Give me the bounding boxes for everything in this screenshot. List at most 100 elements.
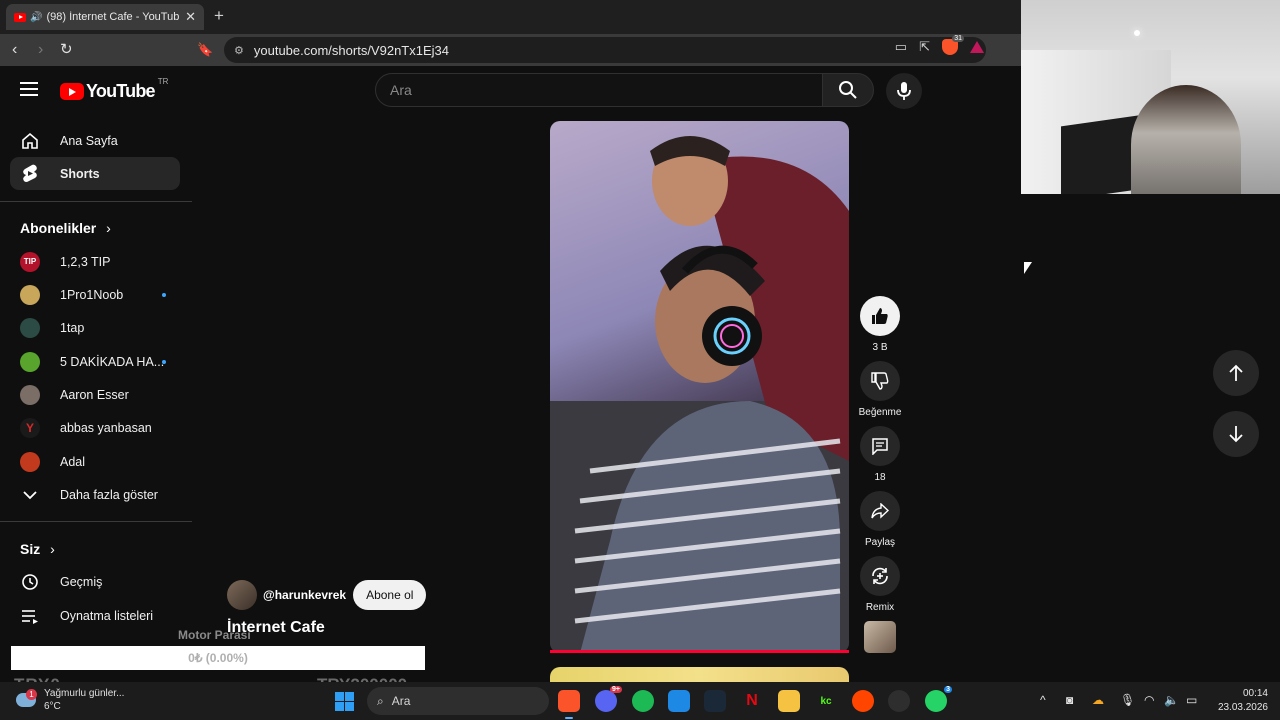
discord-app-icon[interactable]: 9+ xyxy=(595,686,622,712)
share-label: Paylaş xyxy=(864,537,895,548)
subscribe-button[interactable]: Abone ol xyxy=(353,580,427,610)
start-menu-icon[interactable] xyxy=(335,692,354,711)
speaker-icon[interactable]: 🔊 xyxy=(30,12,42,23)
dislike-button[interactable]: Beğenme xyxy=(859,361,901,418)
sidebar-item-label: 5 DAKİKADA HA... xyxy=(60,354,165,369)
channel-avatar[interactable] xyxy=(227,580,257,610)
search-input[interactable]: Ara xyxy=(375,73,823,107)
cast-icon[interactable]: ▭ xyxy=(895,39,907,55)
sidebar-item-subscription[interactable]: 1Pro1Noob xyxy=(10,278,180,311)
microphone-tray-icon[interactable]: 🎙 xyxy=(1120,693,1135,707)
whatsapp-app-icon[interactable]: 3 xyxy=(925,686,952,712)
search-button[interactable] xyxy=(822,73,874,107)
search-icon xyxy=(839,81,857,99)
tray-overflow-icon[interactable]: ^ xyxy=(1040,693,1046,707)
taskbar-clock[interactable]: 00:14 23.03.2026 xyxy=(1212,687,1268,715)
playlist-icon xyxy=(20,606,40,626)
dislike-circle[interactable] xyxy=(860,361,900,401)
sidebar-item-label: Geçmiş xyxy=(60,574,103,589)
site-settings-icon[interactable]: ⚙ xyxy=(234,44,244,57)
subscriptions-heading[interactable]: Abonelikler › xyxy=(20,220,111,236)
bookmark-icon[interactable]: 🔖 xyxy=(197,40,213,60)
donation-goal-label: Motor Parası xyxy=(178,628,251,642)
reddit-app-icon[interactable] xyxy=(852,690,874,712)
file-explorer-icon[interactable] xyxy=(778,690,800,712)
short-video-player[interactable] xyxy=(550,121,849,653)
reload-icon[interactable]: ↻ xyxy=(60,40,73,60)
weather-widget[interactable]: Yağmurlu günler... 6°C xyxy=(16,687,124,713)
battery-icon[interactable]: ▭ xyxy=(1186,693,1197,707)
store-app-icon[interactable] xyxy=(668,690,690,712)
browser-tab[interactable]: 🔊 (98) İnternet Cafe - YouTube ✕ xyxy=(6,4,204,30)
sound-thumbnail[interactable] xyxy=(864,621,896,653)
taskbar-search[interactable]: ⌕ Ara xyxy=(367,687,549,715)
steam-app-icon[interactable] xyxy=(704,690,726,712)
short-progress-bar[interactable] xyxy=(550,650,849,653)
thumbs-up-icon xyxy=(872,308,888,324)
wifi-icon[interactable]: ◠ xyxy=(1144,693,1154,707)
menu-icon[interactable] xyxy=(20,82,38,100)
share-icon xyxy=(871,503,889,519)
sidebar-item-subscription[interactable]: 5 DAKİKADA HA... xyxy=(10,345,180,378)
netflix-app-icon[interactable]: N xyxy=(741,690,763,712)
share-button[interactable]: Paylaş xyxy=(860,491,900,548)
arrow-up-icon xyxy=(1229,364,1243,381)
thumbs-down-icon xyxy=(871,372,889,390)
share-page-icon[interactable]: ⇱ xyxy=(919,39,930,55)
sidebar-divider xyxy=(0,521,192,522)
sidebar-item-label: 1,2,3 TIP xyxy=(60,254,111,269)
remix-icon xyxy=(872,567,888,585)
sidebar-item-subscription[interactable]: Y abbas yanbasan xyxy=(10,411,180,444)
youtube-logo[interactable]: YouTube TR xyxy=(60,77,168,102)
remix-circle[interactable] xyxy=(860,556,900,596)
webcam-overlay xyxy=(1021,0,1280,194)
brave-app-icon[interactable] xyxy=(558,690,580,719)
new-content-dot xyxy=(162,359,166,364)
show-more-button[interactable]: Daha fazla göster xyxy=(10,478,180,511)
mouse-cursor-icon xyxy=(1024,262,1032,274)
back-icon[interactable]: ‹ xyxy=(12,40,17,60)
donation-goal-bar: 0₺ (0.00%) xyxy=(11,646,425,670)
brave-rewards-icon[interactable] xyxy=(970,41,984,53)
chevron-right-icon: › xyxy=(106,220,111,236)
channel-name[interactable]: @harunkevrek xyxy=(263,588,346,602)
voice-search-button[interactable] xyxy=(886,73,922,109)
sidebar-item-subscription[interactable]: Aaron Esser xyxy=(10,378,180,411)
sidebar-item-home[interactable]: Ana Sayfa xyxy=(10,124,180,157)
sidebar-item-subscription[interactable]: TIP 1,2,3 TIP xyxy=(10,245,180,278)
share-circle[interactable] xyxy=(860,491,900,531)
sidebar-item-label: Shorts xyxy=(60,166,100,181)
address-bar[interactable]: ⚙ youtube.com/shorts/V92nTx1Ej34 xyxy=(224,37,986,63)
sidebar-item-shorts[interactable]: Shorts xyxy=(10,157,180,190)
you-heading[interactable]: Siz › xyxy=(20,541,55,557)
country-code: TR xyxy=(157,77,169,86)
avatar: TIP xyxy=(20,251,40,272)
arrow-down-icon xyxy=(1229,426,1243,443)
comments-circle[interactable] xyxy=(860,426,900,466)
sidebar-item-subscription[interactable]: 1tap xyxy=(10,311,180,344)
youtube-wordmark: YouTube xyxy=(86,81,156,101)
volume-icon[interactable]: 🔈 xyxy=(1164,693,1179,707)
spotify-app-icon[interactable] xyxy=(632,690,654,712)
brave-shields-icon[interactable] xyxy=(942,35,964,55)
sidebar-item-subscription[interactable]: Adal xyxy=(10,445,180,478)
subscriptions-heading-label: Abonelikler xyxy=(20,220,97,236)
previous-short-button[interactable] xyxy=(1213,350,1259,396)
tab-close-button[interactable]: ✕ xyxy=(185,9,196,25)
obs-app-icon[interactable] xyxy=(888,690,910,712)
new-tab-button[interactable]: + xyxy=(214,6,224,26)
sidebar-item-history[interactable]: Geçmiş xyxy=(10,565,180,598)
like-button[interactable]: 3 B xyxy=(860,296,900,353)
comments-button[interactable]: 18 xyxy=(860,426,900,483)
weather-temperature: 6°C xyxy=(44,701,61,712)
sidebar-item-playlists[interactable]: Oynatma listeleri xyxy=(10,599,180,632)
forward-icon[interactable]: › xyxy=(38,40,43,60)
discord-tray-icon[interactable]: ◙ xyxy=(1066,693,1073,707)
next-short-button[interactable] xyxy=(1213,411,1259,457)
kick-app-icon[interactable]: kc xyxy=(815,690,837,712)
taskbar-search-label: Ara xyxy=(391,694,411,708)
like-circle[interactable] xyxy=(860,296,900,336)
cloud-tray-icon[interactable]: ☁ xyxy=(1092,693,1104,707)
home-icon xyxy=(20,131,40,151)
remix-button[interactable]: Remix xyxy=(860,556,900,613)
